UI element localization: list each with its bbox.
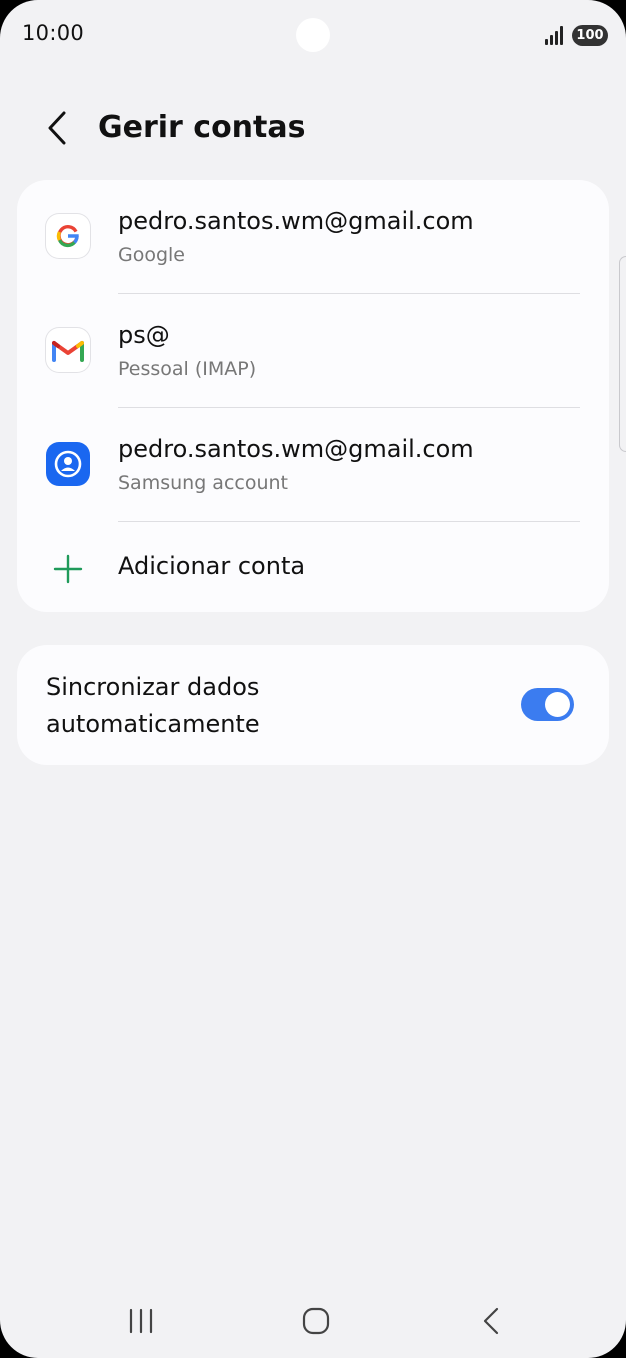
camera-cutout	[296, 18, 330, 52]
status-bar: 10:00 100	[0, 0, 626, 72]
account-type: Pessoal (IMAP)	[118, 358, 257, 380]
page-title: Gerir contas	[98, 110, 306, 145]
chevron-left-icon	[48, 111, 66, 145]
account-type: Google	[118, 244, 186, 266]
sync-toggle[interactable]	[521, 688, 574, 721]
status-time: 10:00	[22, 21, 85, 45]
back-icon	[483, 1307, 499, 1335]
samsung-account-icon	[46, 442, 90, 486]
plus-icon	[53, 554, 83, 584]
sync-card[interactable]: Sincronizar dados automaticamente	[17, 645, 609, 765]
nav-back-button[interactable]	[462, 1298, 522, 1344]
recent-apps-icon	[129, 1308, 153, 1334]
account-email: ps@	[118, 321, 170, 349]
scroll-handle[interactable]	[619, 256, 626, 452]
add-account-button[interactable]	[17, 522, 609, 612]
battery-icon: 100	[572, 25, 608, 46]
account-email: pedro.santos.wm@gmail.com	[118, 435, 474, 463]
account-row-google[interactable]: pedro.santos.wm@gmail.com Google	[17, 180, 609, 293]
navigation-bar	[0, 1290, 626, 1358]
account-email: pedro.santos.wm@gmail.com	[118, 207, 474, 235]
gmail-icon	[46, 328, 90, 372]
add-account-label: Adicionar conta	[118, 552, 306, 580]
google-icon	[46, 214, 90, 258]
account-type: Samsung account	[118, 472, 288, 494]
sync-label: Sincronizar dados automaticamente	[46, 673, 260, 738]
account-row-samsung[interactable]: pedro.santos.wm@gmail.com Samsung accoun…	[17, 408, 609, 521]
recent-apps-button[interactable]	[111, 1298, 171, 1344]
accounts-card: pedro.santos.wm@gmail.com Google ps@ Pes…	[17, 180, 609, 612]
back-button[interactable]	[36, 106, 80, 150]
home-icon	[302, 1307, 330, 1335]
signal-icon	[545, 26, 563, 45]
account-row-gmail[interactable]: ps@ Pessoal (IMAP)	[17, 294, 609, 407]
screen: 10:00 100 Gerir contas pedro.santos.wm@g…	[0, 0, 626, 1358]
toggle-knob	[545, 692, 570, 717]
home-button[interactable]	[286, 1298, 346, 1344]
